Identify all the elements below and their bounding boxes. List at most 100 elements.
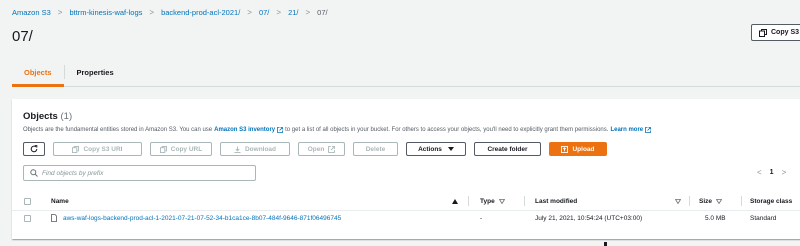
next-page-button[interactable]: > [782, 168, 787, 177]
breadcrumb-separator: > [305, 7, 311, 17]
upload-label: Upload [572, 145, 595, 153]
column-header-type[interactable]: Type [480, 191, 505, 211]
column-header-name-label: Name [51, 197, 69, 205]
object-type-cell: - [480, 211, 482, 225]
object-size: 5.0 MB [705, 214, 726, 222]
column-header-name[interactable]: Name [51, 191, 69, 211]
objects-toolbar: Copy S3 URI Copy URL Download Open Delet… [23, 142, 615, 156]
column-header-type-label: Type [480, 197, 495, 205]
column-header-storage-class-label: Storage class [750, 197, 793, 205]
filter-box [23, 165, 256, 181]
column-divider [741, 196, 742, 206]
page-number[interactable]: 1 [770, 169, 774, 176]
download-icon [234, 145, 241, 153]
breadcrumb-amazon-s3[interactable]: Amazon S3 [12, 8, 51, 17]
external-link-icon [328, 145, 336, 153]
select-all-cell [24, 191, 31, 211]
column-header-last-modified-label: Last modified [535, 197, 578, 205]
upload-button[interactable]: Upload [549, 142, 607, 156]
objects-count: (1) [60, 111, 73, 122]
objects-panel: Objects (1) Objects are the fundamental … [12, 99, 800, 239]
object-last-modified: July 21, 2021, 10:54:24 (UTC+03:00) [535, 214, 643, 222]
row-checkbox[interactable] [24, 214, 31, 222]
copy-icon [72, 145, 80, 153]
description-text-middle: to get a list of all objects in your buc… [285, 127, 609, 133]
search-icon [30, 169, 38, 177]
objects-panel-title: Objects (1) [23, 111, 72, 122]
sort-up-icon [452, 198, 458, 204]
mouse-cursor [604, 242, 607, 246]
table-row: aws-waf-logs-backend-prod-acl-1-2021-07-… [12, 211, 800, 225]
actions-dropdown[interactable]: Actions [406, 142, 466, 156]
sort-icon [675, 198, 681, 204]
column-header-storage-class[interactable]: Storage class [750, 191, 792, 211]
column-header-size[interactable]: Size [699, 191, 723, 211]
learn-more-link[interactable]: Learn more [610, 127, 643, 133]
object-name-link[interactable]: aws-waf-logs-backend-prod-acl-1-2021-07-… [63, 215, 341, 222]
breadcrumb-current: 07/ [317, 7, 328, 17]
copy-url-label: Copy URL [170, 145, 203, 153]
open-button[interactable]: Open [298, 142, 345, 156]
objects-heading: Objects [23, 111, 58, 122]
actions-label: Actions [418, 145, 442, 153]
file-icon [51, 214, 57, 222]
object-storage-class-cell: Standard [750, 211, 776, 225]
refresh-icon [30, 145, 38, 153]
copy-icon [759, 28, 767, 37]
tab-objects[interactable]: Objects [12, 58, 64, 87]
delete-label: Delete [365, 145, 386, 153]
open-label: Open [307, 145, 325, 153]
copy-url-button[interactable]: Copy URL [150, 142, 212, 156]
copy-s3-uri-button[interactable]: Copy S3 URI [53, 142, 142, 156]
copy-s3-uri-header-button[interactable]: Copy S3 [751, 24, 800, 41]
breadcrumb-folder-month[interactable]: 07/ [259, 8, 269, 17]
object-type: - [480, 214, 483, 222]
breadcrumb-separator: > [149, 7, 155, 17]
copy-icon [159, 145, 167, 153]
column-header-size-label: Size [699, 197, 713, 205]
external-link-icon [277, 127, 284, 133]
caret-down-icon [447, 146, 454, 151]
previous-page-button[interactable]: < [757, 168, 762, 177]
column-divider [524, 196, 525, 206]
tab-bar: Objects Properties [12, 58, 800, 87]
breadcrumb-separator: > [247, 7, 252, 17]
table-header: Name Type Last modified Size Storage cla… [12, 191, 800, 211]
copy-s3-uri-label: Copy S3 URI [83, 145, 123, 153]
page-title: 07/ [12, 28, 33, 45]
column-header-last-modified[interactable]: Last modified [535, 191, 577, 211]
breadcrumb-separator: > [276, 7, 282, 17]
breadcrumb-separator: > [57, 7, 63, 17]
breadcrumb-folder-acl[interactable]: backend-prod-acl-2021/ [161, 8, 240, 17]
sort-toggle[interactable] [675, 191, 681, 211]
object-name-cell: aws-waf-logs-backend-prod-acl-1-2021-07-… [51, 211, 341, 225]
object-storage-class: Standard [750, 214, 777, 222]
breadcrumb: Amazon S3 > bttrm-kinesis-waf-logs > bac… [12, 6, 328, 18]
delete-button[interactable]: Delete [353, 142, 398, 156]
search-input[interactable] [42, 169, 242, 177]
row-select-cell [24, 211, 31, 225]
object-last-modified-cell: July 21, 2021, 10:54:24 (UTC+03:00) [535, 211, 642, 225]
column-divider [468, 196, 469, 206]
tab-properties[interactable]: Properties [65, 58, 126, 86]
s3-inventory-link[interactable]: Amazon S3 inventory [214, 127, 275, 133]
upload-icon [561, 145, 569, 153]
create-folder-button[interactable]: Create folder [474, 142, 541, 156]
external-link-icon [645, 127, 652, 133]
sort-icon [716, 198, 723, 204]
pagination: < 1 > [752, 165, 791, 179]
sort-icon [498, 198, 505, 204]
sort-ascending-icon[interactable] [452, 191, 458, 211]
refresh-button[interactable] [23, 142, 45, 156]
copy-s3-uri-header-label: Copy S3 [771, 29, 800, 36]
breadcrumb-bucket[interactable]: bttrm-kinesis-waf-logs [69, 8, 142, 17]
objects-description: Objects are the fundamental entities sto… [23, 127, 653, 133]
column-divider [689, 196, 690, 206]
object-size-cell: 5.0 MB [705, 211, 726, 225]
create-folder-label: Create folder [487, 145, 528, 153]
download-label: Download [244, 145, 277, 153]
description-text-start: Objects are the fundamental entities sto… [23, 127, 213, 133]
download-button[interactable]: Download [220, 142, 290, 156]
breadcrumb-folder-day[interactable]: 21/ [288, 8, 298, 17]
select-all-checkbox[interactable] [24, 197, 31, 205]
